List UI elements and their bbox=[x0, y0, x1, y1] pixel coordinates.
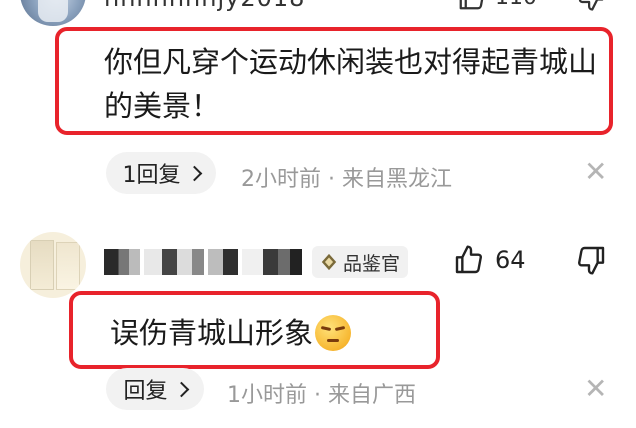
close-icon[interactable]: ✕ bbox=[584, 158, 607, 186]
thumbs-up-icon bbox=[455, 245, 482, 274]
username-blurred[interactable] bbox=[104, 244, 302, 280]
badge-diamond-icon bbox=[321, 253, 337, 271]
mosaic-block bbox=[208, 249, 238, 275]
reply-label: 回复 bbox=[123, 379, 168, 404]
badge-label: 品鉴官 bbox=[343, 252, 401, 275]
like-count: 64 bbox=[495, 246, 526, 274]
mosaic-block bbox=[242, 249, 302, 275]
reply-button[interactable]: 1回复 bbox=[106, 152, 216, 194]
comment-meta: 1小时前 · 来自广西 bbox=[227, 383, 416, 408]
user-badge[interactable]: 品鉴官 bbox=[312, 246, 409, 278]
comment-text: 误伤青城山形象 bbox=[110, 316, 314, 350]
chevron-right-icon bbox=[173, 381, 189, 397]
thumbs-up-icon bbox=[459, 0, 484, 10]
like-button[interactable]: 64 bbox=[453, 244, 526, 276]
comment-body: 误伤青城山形象 bbox=[110, 311, 352, 355]
dislike-button[interactable] bbox=[575, 244, 607, 280]
reply-label: 1回复 bbox=[122, 163, 181, 188]
username[interactable]: nnnnnnnjy2018 bbox=[104, 0, 305, 12]
mosaic-block bbox=[144, 249, 204, 275]
comment-meta: 2小时前 · 来自黑龙江 bbox=[241, 167, 452, 192]
avatar[interactable] bbox=[20, 0, 86, 26]
avatar-image-part bbox=[56, 242, 80, 290]
chevron-right-icon bbox=[186, 165, 202, 181]
thumbs-down-icon bbox=[578, 0, 604, 11]
close-icon[interactable]: ✕ bbox=[584, 375, 607, 403]
like-count: 110 bbox=[495, 0, 537, 10]
dislike-button[interactable] bbox=[576, 0, 606, 16]
avatar-image-part bbox=[30, 240, 54, 290]
mosaic-block bbox=[104, 249, 140, 275]
reply-button[interactable]: 回复 bbox=[106, 368, 204, 410]
avatar[interactable] bbox=[20, 232, 86, 298]
comment-text: 你但凡穿个运动休闲装也对得起青城山的美景！ bbox=[104, 45, 598, 123]
like-button[interactable]: 110 bbox=[457, 0, 537, 12]
thumbs-down-icon bbox=[578, 246, 605, 275]
squint-emoji-icon bbox=[315, 315, 352, 351]
